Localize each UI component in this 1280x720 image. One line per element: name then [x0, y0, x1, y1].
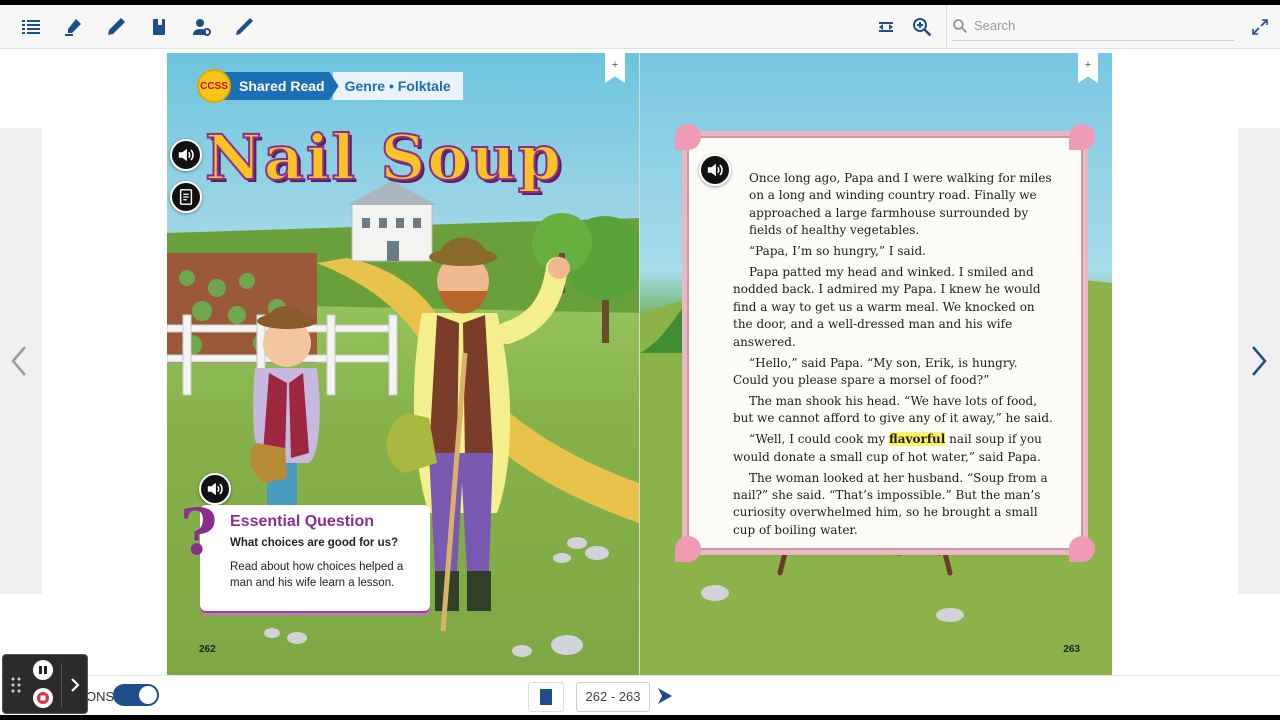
story-paragraph: The man shook his head. “We have lots of… [733, 393, 1053, 426]
options-toggle[interactable] [113, 684, 159, 706]
story-paragraph: The woman looked at her husband. “Soup f… [733, 470, 1048, 537]
previous-page-button[interactable] [4, 339, 34, 383]
left-page: + CCSS Shared Read Genre • Folktale Nail… [167, 53, 639, 675]
pencil-icon [236, 18, 253, 35]
speaker-icon [178, 148, 194, 162]
stop-button[interactable] [33, 688, 53, 708]
document-audio-icon [179, 189, 193, 205]
notebook-button[interactable] [145, 13, 173, 41]
pen-icon [108, 18, 125, 35]
table-of-contents-button[interactable] [17, 13, 45, 41]
flower-corner-icon [675, 124, 701, 150]
shared-read-banner: CCSS Shared Read Genre • Folktale [197, 69, 463, 103]
zoom-in-icon [913, 18, 932, 37]
media-controller [2, 654, 88, 714]
ccss-badge: CCSS [197, 69, 231, 103]
flower-corner-icon [675, 536, 701, 562]
user-gear-icon [193, 19, 211, 36]
pencil-button[interactable] [230, 13, 258, 41]
speaker-icon [707, 163, 723, 177]
story-paragraph: “Hello,” said Papa. “My son, Erik, is hu… [733, 355, 1018, 387]
list-icon [22, 20, 40, 34]
flower-corner-icon [1069, 124, 1095, 150]
zoom-button[interactable] [908, 13, 936, 41]
story-paragraph: Once long ago, Papa and I were walking f… [749, 171, 1052, 238]
story-text-frame: Once long ago, Papa and I were walking f… [675, 124, 1095, 562]
essential-question-prompt: Read about how choices helped a man and … [230, 561, 404, 589]
chevron-left-icon [11, 346, 26, 376]
next-page-button[interactable] [1244, 339, 1274, 383]
pen-button[interactable] [102, 13, 130, 41]
right-page: + Once long ago, Papa and I were walking… [640, 53, 1112, 675]
genre-label: Genre • Folktale [332, 72, 463, 100]
expand-icon [1252, 19, 1268, 35]
user-settings-button[interactable] [188, 13, 216, 41]
question-mark-icon: ? [180, 495, 218, 570]
toolbar-divider [946, 5, 947, 49]
top-toolbar [0, 5, 1280, 49]
page-range-input[interactable]: 262 - 263 [576, 682, 650, 712]
story-paragraph: “Well, I could cook my flavorful nail so… [733, 431, 1057, 466]
story-audio-button[interactable] [699, 154, 731, 186]
stop-icon [37, 692, 49, 704]
chevron-right-icon [1252, 346, 1267, 376]
pause-icon [39, 666, 47, 674]
ebook-reader: + CCSS Shared Read Genre • Folktale Nail… [0, 5, 1280, 715]
pause-button[interactable] [33, 660, 53, 680]
fit-width-button[interactable] [872, 13, 900, 41]
highlighter-button[interactable] [59, 13, 87, 41]
fit-width-icon [879, 22, 893, 32]
drag-handle-icon[interactable] [11, 677, 21, 693]
notebook-icon [153, 19, 165, 35]
read-along-button[interactable] [170, 181, 202, 213]
story-text-span: “Well, I could cook my [749, 432, 890, 447]
page-number-left: 262 [199, 644, 216, 655]
chevron-right-icon[interactable] [69, 677, 81, 693]
story-paragraph: “Papa, I’m so hungry,” I said. [749, 244, 926, 259]
single-page-icon [540, 689, 552, 705]
essential-question-title: Essential Question [230, 513, 375, 530]
search-input[interactable] [974, 18, 1224, 33]
go-to-page-button[interactable] [656, 685, 676, 709]
fullscreen-button[interactable] [1246, 13, 1274, 41]
play-arrow-icon [658, 688, 672, 704]
vocabulary-word[interactable]: flavorful [889, 432, 946, 447]
story-paragraph: Papa patted my head and winked. I smiled… [733, 265, 1041, 349]
story-text: Once long ago, Papa and I were walking f… [733, 170, 1057, 543]
title-audio-button[interactable] [170, 139, 202, 171]
search-icon [953, 18, 967, 33]
story-title: Nail Soup [204, 120, 564, 195]
page-view-button[interactable] [528, 682, 564, 712]
flower-corner-icon [1069, 536, 1095, 562]
search-box[interactable] [952, 11, 1234, 41]
page-number-right: 263 [1063, 644, 1080, 655]
controller-divider [61, 663, 62, 707]
essential-question-box: ? Essential Question What choices are go… [180, 501, 430, 611]
shared-read-label: Shared Read [223, 72, 339, 100]
essential-question-text: What choices are good for us? [230, 537, 399, 549]
toggle-knob [139, 686, 157, 704]
highlighter-icon [65, 19, 81, 36]
